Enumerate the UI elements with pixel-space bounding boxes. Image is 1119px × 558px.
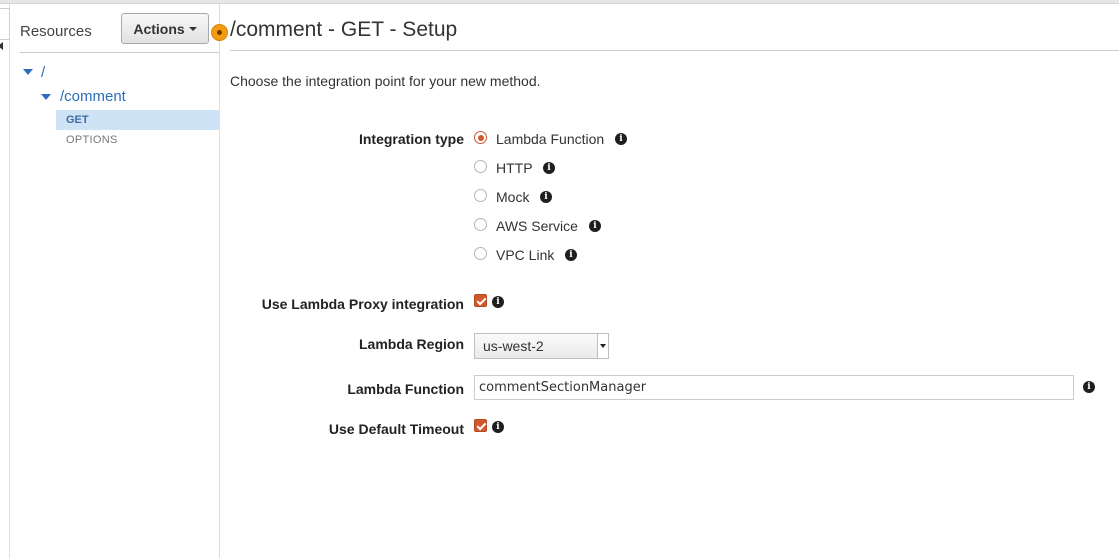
- info-icon[interactable]: i: [615, 133, 627, 145]
- tree-method-get[interactable]: GET: [56, 110, 220, 130]
- default-timeout-checkbox[interactable]: [474, 419, 487, 432]
- comment-toggle-icon[interactable]: [41, 94, 51, 100]
- info-icon[interactable]: i: [1083, 381, 1095, 393]
- proxy-integration-label: Use Lambda Proxy integration: [261, 296, 464, 312]
- tree-comment-link[interactable]: /comment: [60, 88, 126, 105]
- radio-lambda-function-label[interactable]: Lambda Function: [496, 131, 604, 147]
- lambda-region-value: us-west-2: [483, 338, 544, 354]
- radio-http[interactable]: [474, 160, 487, 173]
- tree-root-link[interactable]: /: [41, 64, 45, 81]
- lambda-function-label: Lambda Function: [347, 381, 464, 397]
- resources-title: Resources: [20, 23, 92, 40]
- radio-aws-service-label[interactable]: AWS Service: [496, 218, 578, 234]
- root-toggle-icon[interactable]: [23, 69, 33, 75]
- lambda-function-input[interactable]: [474, 375, 1074, 400]
- radio-lambda-function[interactable]: [474, 131, 487, 144]
- default-timeout-label: Use Default Timeout: [328, 421, 464, 437]
- info-icon[interactable]: i: [589, 220, 601, 232]
- radio-http-label[interactable]: HTTP: [496, 160, 533, 176]
- title-divider: [230, 50, 1119, 51]
- radio-aws-service[interactable]: [474, 218, 487, 231]
- page-title: /comment - GET - Setup: [230, 18, 458, 41]
- lambda-region-label: Lambda Region: [358, 336, 464, 352]
- panel-divider: [20, 52, 220, 53]
- caret-down-icon: [188, 27, 197, 31]
- tree-method-options[interactable]: OPTIONS: [56, 130, 220, 150]
- collapse-strip[interactable]: [0, 4, 10, 558]
- api-gateway-method-setup: Resources Actions / /comment GET OPTIONS…: [0, 0, 1119, 558]
- radio-vpc-link-label[interactable]: VPC Link: [496, 247, 554, 263]
- proxy-integration-checkbox[interactable]: [474, 294, 487, 307]
- info-icon[interactable]: i: [492, 421, 504, 433]
- actions-button[interactable]: Actions: [121, 13, 209, 44]
- resources-panel: Resources Actions / /comment GET OPTIONS: [10, 4, 220, 558]
- main-panel: /comment - GET - Setup Choose the integr…: [220, 4, 1119, 558]
- radio-vpc-link[interactable]: [474, 247, 487, 260]
- intro-text: Choose the integration point for your ne…: [230, 73, 541, 89]
- chevron-down-icon[interactable]: [597, 334, 608, 358]
- info-icon[interactable]: i: [565, 249, 577, 261]
- info-icon[interactable]: i: [492, 296, 504, 308]
- radio-mock-label[interactable]: Mock: [496, 189, 529, 205]
- actions-label: Actions: [133, 20, 185, 37]
- collapse-arrow-icon[interactable]: [0, 42, 3, 50]
- info-icon[interactable]: i: [540, 191, 552, 203]
- lambda-region-select[interactable]: us-west-2: [474, 333, 609, 359]
- radio-mock[interactable]: [474, 189, 487, 202]
- collapse-tab[interactable]: [0, 8, 10, 40]
- info-icon[interactable]: i: [543, 162, 555, 174]
- integration-type-label: Integration type: [358, 131, 464, 147]
